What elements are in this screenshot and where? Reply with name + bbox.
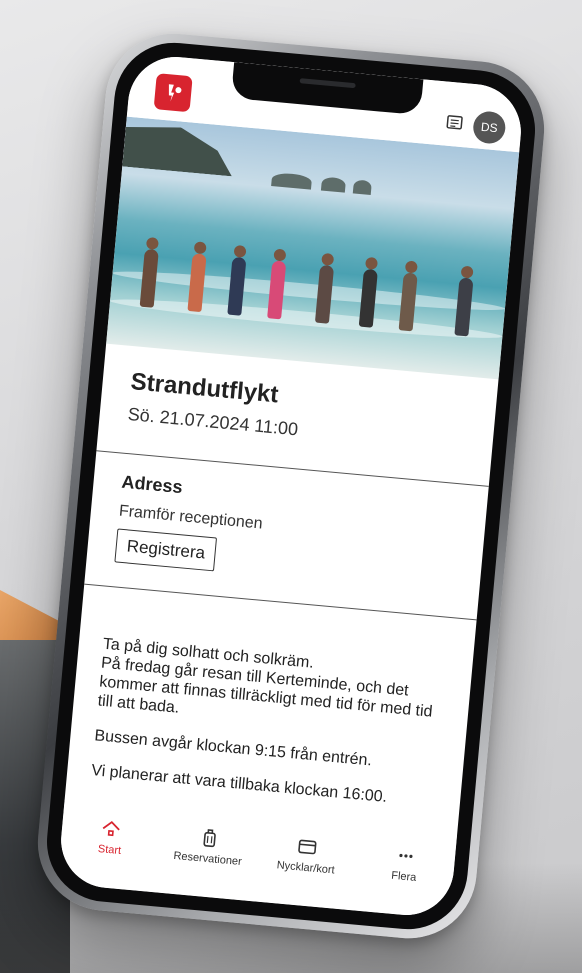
nav-item-flera[interactable]: Flera: [363, 841, 446, 886]
nav-label: Start: [97, 843, 122, 858]
hero-island: [320, 176, 347, 193]
phone-frame: DS Strandutflykt Sö. 21.07.2024 11:00 Ad…: [32, 27, 550, 945]
nav-item-nycklar-kort[interactable]: Nycklar/kort: [265, 832, 348, 877]
hero-island: [352, 179, 372, 196]
nav-label: Reservationer: [172, 849, 243, 869]
nav-item-reservationer[interactable]: Reservationer: [167, 823, 250, 868]
hero-person: [139, 248, 159, 308]
nav-label: Nycklar/kort: [276, 859, 336, 877]
event-content: Strandutflykt Sö. 21.07.2024 11:00 Adres…: [65, 344, 498, 830]
phone-bezel: DS Strandutflykt Sö. 21.07.2024 11:00 Ad…: [41, 37, 541, 935]
description-paragraph: Ta på dig solhatt och solkräm. På fredag…: [97, 635, 450, 742]
avatar[interactable]: DS: [471, 110, 507, 145]
hero-hill: [122, 123, 236, 177]
luggage-icon: [203, 829, 216, 848]
event-hero-image: [106, 116, 520, 380]
more-icon: [399, 853, 413, 858]
nav-item-start[interactable]: Start: [69, 815, 152, 860]
nav-label: Flera: [390, 869, 417, 884]
app-logo-icon[interactable]: [153, 73, 193, 113]
phone-screen: DS Strandutflykt Sö. 21.07.2024 11:00 Ad…: [57, 52, 525, 920]
messages-icon[interactable]: [445, 114, 465, 134]
register-button[interactable]: Registrera: [114, 528, 218, 572]
event-description: Ta på dig solhatt och solkräm. På fredag…: [91, 635, 451, 812]
card-icon: [298, 839, 317, 855]
divider: [84, 583, 477, 621]
hero-person: [454, 277, 474, 337]
speaker-grille: [299, 78, 356, 89]
hero-island: [271, 172, 313, 190]
home-icon: [102, 820, 121, 837]
